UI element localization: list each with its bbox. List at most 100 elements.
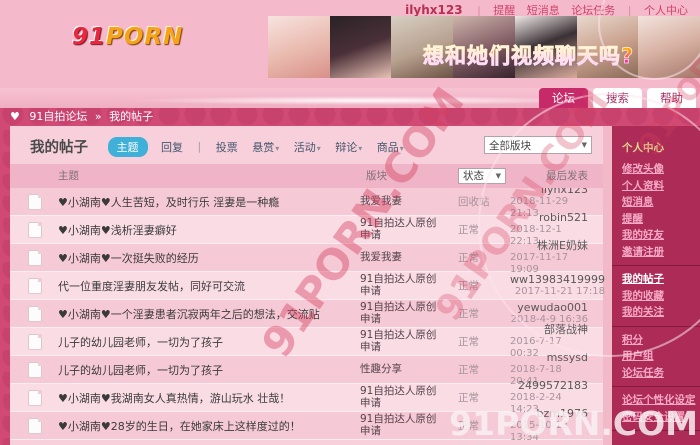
filter-reply[interactable]: 回复	[161, 141, 183, 154]
lastpost-date: 2017-11-21 17:18	[515, 286, 605, 298]
breadcrumb-current-page: 我的帖子	[109, 110, 153, 123]
header-board: 版块	[366, 164, 387, 188]
thread-board[interactable]: 91自拍达人原创申请	[360, 302, 444, 325]
nav-shine	[130, 96, 600, 105]
thread-list: ♥小湖南♥人生苦短，及时行乐 淫妻是一种瘾 我爱我妻 回收站 ilyhx123 …	[10, 188, 603, 440]
filter-debate[interactable]: 辩论▾	[335, 141, 362, 154]
thread-board[interactable]: 我爱我妻	[360, 252, 444, 264]
breadcrumb-forum-link[interactable]: 91自拍论坛	[29, 110, 87, 123]
sidebar-item-forum-tasks[interactable]: 论坛任务	[622, 365, 700, 382]
filter-topic[interactable]: 主题	[108, 137, 148, 157]
thread-page-icon	[28, 278, 42, 294]
thread-board[interactable]: 91自拍达人原创申请	[360, 386, 444, 409]
table-row[interactable]: ♥小湖南♥一次挺失败的经历 我爱我妻 正常 株洲E奶妹 2017-11-17 1…	[10, 244, 603, 272]
lastpost-user[interactable]: yewudao001	[517, 302, 588, 314]
thread-title[interactable]: ♥小湖南♥人生苦短，及时行乐 淫妻是一种瘾	[58, 194, 340, 210]
lastpost-date: 2017-11-17 19:09	[510, 252, 588, 276]
filter-activity[interactable]: 活动▾	[294, 141, 321, 154]
lastpost-user[interactable]: robin521	[539, 212, 588, 224]
thread-title[interactable]: 代一位重度淫妻朋友发帖，同好可交流	[58, 278, 340, 294]
thread-board[interactable]: 91自拍达人原创申请	[360, 330, 444, 353]
lastpost-user[interactable]: 部落战神	[544, 324, 588, 336]
thread-page-icon	[28, 362, 42, 378]
thread-lastpost: ww13983419999 2017-11-21 17:18	[510, 274, 620, 298]
sidebar-item-reminders[interactable]: 提醒	[622, 211, 700, 228]
thread-board[interactable]: 91自拍达人原创申请	[360, 414, 444, 437]
header-subject: 主题	[58, 164, 79, 188]
breadcrumb: ♥ 91自拍论坛 » 我的帖子	[0, 108, 700, 126]
sidebar-item-profile[interactable]: 个人资料	[622, 178, 700, 195]
sidebar-item-avatar[interactable]: 修改头像	[622, 161, 700, 178]
ad-banner[interactable]: 想和她们视频聊天吗?	[268, 16, 700, 78]
filter-divider: |	[198, 140, 202, 153]
header-lastpost: 最后发表	[546, 164, 588, 188]
banner-photo	[268, 16, 330, 78]
thread-status: 正常	[458, 250, 510, 265]
thread-page-icon	[28, 390, 42, 406]
page-title: 我的帖子	[30, 140, 88, 156]
tab-search[interactable]: 搜索	[593, 88, 642, 108]
thread-title[interactable]: ♥小湖南♥一个淫妻患者沉寂两年之后的想法，交流贴	[58, 306, 340, 322]
thread-title[interactable]: ♥小湖南♥我湖南女人真热情，游山玩水 壮哉！	[58, 390, 340, 406]
thread-board[interactable]: 我爱我妻	[360, 196, 444, 208]
thread-lastpost: bzm1976 2015-10-13 13:34	[510, 408, 603, 444]
thread-lastpost: 株洲E奶妹 2017-11-17 19:09	[510, 240, 603, 276]
thread-status: 回收站	[458, 194, 510, 209]
thread-title[interactable]: ♥小湖南♥浅析淫妻癖好	[58, 222, 340, 238]
my-threads-panel: 我的帖子 主题 回复 | 投票 悬赏▾ 活动▾ 辩论▾ 商品▾ 全部版块 ▼ 主…	[10, 126, 603, 445]
sidebar-item-messages[interactable]: 短消息	[622, 194, 700, 211]
sidebar-item-my-threads[interactable]: 我的帖子	[622, 271, 700, 288]
breadcrumb-separator: »	[95, 110, 102, 123]
tab-forum[interactable]: 论坛	[539, 88, 588, 108]
thread-board[interactable]: 性趣分享	[360, 364, 444, 376]
logo-porn: PORN	[106, 24, 183, 50]
thread-page-icon	[28, 306, 42, 322]
thread-status: 正常	[458, 362, 510, 377]
thread-page-icon	[28, 194, 42, 210]
site-logo[interactable]: 91PORN	[72, 24, 183, 50]
username-link[interactable]: ilyhx123	[405, 3, 462, 17]
thread-title[interactable]: ♥小湖南♥28岁的生日，在她家床上这样度过的！	[58, 418, 340, 434]
thread-title[interactable]: 儿子的幼儿园老师，一切为了孩子	[58, 362, 340, 378]
lastpost-user[interactable]: 2499572183	[518, 380, 588, 392]
select-arrow-icon: ▼	[582, 141, 587, 149]
thread-status: 正常	[458, 222, 510, 237]
sidebar-item-follows[interactable]: 我的关注	[622, 304, 700, 321]
lastpost-user[interactable]: mssysd	[547, 352, 588, 364]
sidebar-item-friends[interactable]: 我的好友	[622, 227, 700, 244]
status-filter-select[interactable]: 状态 ▼	[458, 168, 506, 184]
thread-status: 正常	[458, 306, 510, 321]
chevron-down-icon: ▾	[275, 144, 279, 153]
thread-board[interactable]: 91自拍达人原创申请	[360, 274, 444, 297]
sidebar-item-usergroup[interactable]: 用户组	[622, 348, 700, 365]
sidebar-header-usercenter: 个人中心	[622, 140, 700, 157]
thread-title[interactable]: 儿子的幼儿园老师，一切为了孩子	[58, 334, 340, 350]
chevron-down-icon: ▾	[400, 144, 404, 153]
sidebar-item-credits[interactable]: 积分	[622, 332, 700, 349]
filter-row: 我的帖子 主题 回复 | 投票 悬赏▾ 活动▾ 辩论▾ 商品▾ 全部版块 ▼	[10, 126, 603, 164]
sidebar-item-personalization[interactable]: 论坛个性化设定	[622, 392, 700, 409]
lastpost-user[interactable]: bzm1976	[537, 408, 588, 420]
thread-status: 正常	[458, 334, 510, 349]
filter-goods[interactable]: 商品▾	[377, 141, 404, 154]
sidebar-divider	[612, 430, 700, 431]
tab-help[interactable]: 帮助	[647, 88, 696, 108]
sidebar-item-invite[interactable]: 邀请注册	[622, 244, 700, 261]
table-row[interactable]: 代一位重度淫妻朋友发帖，同好可交流 91自拍达人原创申请 正常 ww139834…	[10, 272, 603, 300]
board-filter-select[interactable]: 全部版块 ▼	[484, 136, 592, 154]
filter-poll[interactable]: 投票	[216, 141, 238, 154]
heart-icon: ♥	[10, 110, 20, 123]
sidebar-item-favorites[interactable]: 我的收藏	[622, 288, 700, 305]
table-row[interactable]: ♥小湖南♥28岁的生日，在她家床上这样度过的！ 91自拍达人原创申请 正常 bz…	[10, 412, 603, 440]
filter-reward[interactable]: 悬赏▾	[252, 141, 279, 154]
sidebar-divider	[612, 265, 700, 266]
thread-page-icon	[28, 334, 42, 350]
lastpost-user[interactable]: ww13983419999	[510, 274, 605, 286]
thread-page-icon	[28, 250, 42, 266]
sidebar-divider	[612, 386, 700, 387]
thread-status: 正常	[458, 278, 510, 293]
lastpost-user[interactable]: 株洲E奶妹	[537, 240, 588, 252]
thread-title[interactable]: ♥小湖南♥一次挺失败的经历	[58, 250, 340, 266]
thread-board[interactable]: 91自拍达人原创申请	[360, 218, 444, 241]
sidebar-item-password-security[interactable]: 密码安全设置	[622, 409, 700, 426]
